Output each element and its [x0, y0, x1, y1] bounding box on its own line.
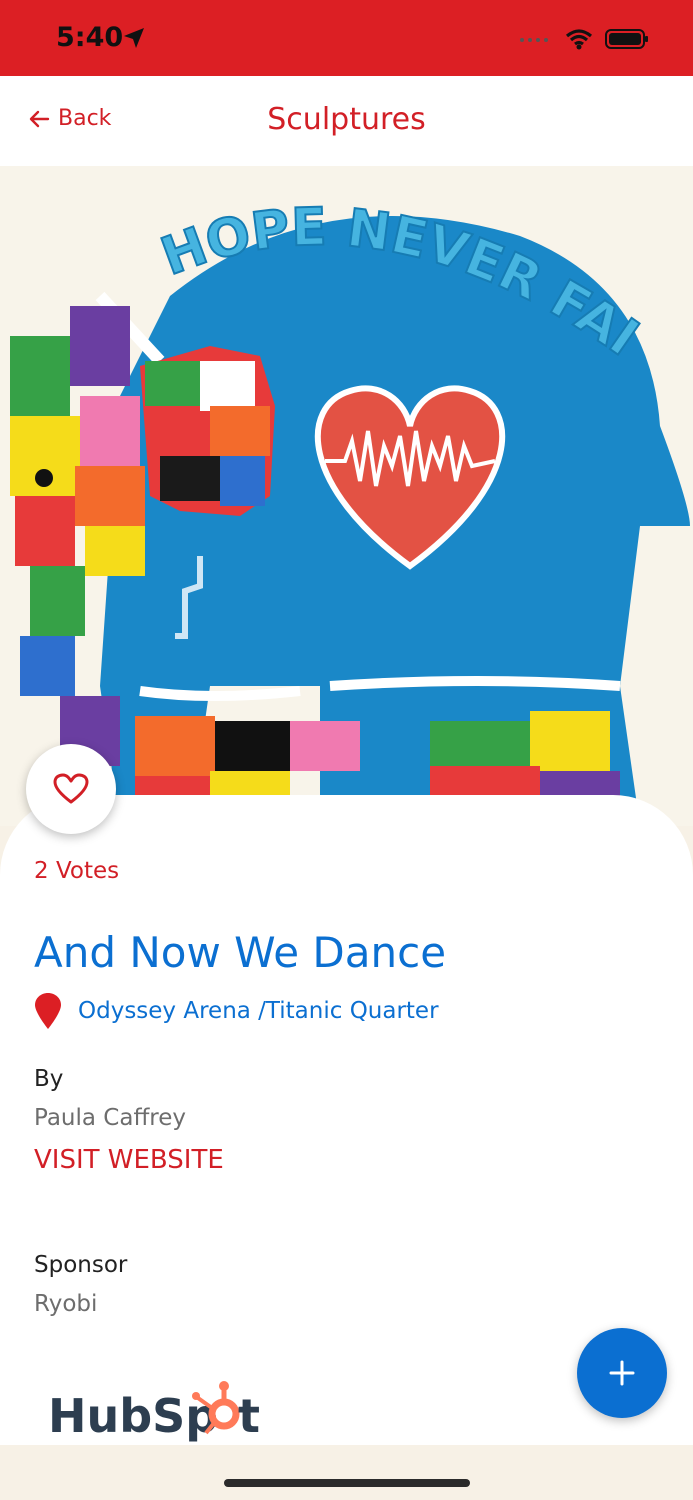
svg-text:t: t: [238, 1389, 260, 1443]
plus-icon: [609, 1360, 635, 1386]
status-bar: 5:40: [0, 0, 693, 76]
votes-count: 2 Votes: [34, 858, 120, 884]
bottom-safe-area: [0, 1445, 693, 1500]
location-arrow-icon: [124, 28, 144, 48]
wifi-icon: [565, 29, 593, 50]
by-label: By: [34, 1066, 64, 1092]
hubspot-logo: HubSp t: [48, 1381, 260, 1443]
favorite-button[interactable]: [26, 744, 116, 834]
map-pin-icon: [35, 993, 61, 1029]
location-label: Odyssey Arena /Titanic Quarter: [78, 998, 439, 1024]
sponsor-name: Ryobi: [34, 1291, 98, 1317]
status-time: 5:40: [56, 22, 124, 53]
heart-icon: [53, 773, 89, 804]
signal-icon: [520, 38, 548, 42]
add-button[interactable]: [577, 1328, 667, 1418]
visit-website-link[interactable]: VISIT WEBSITE: [34, 1145, 224, 1175]
sponsor-label: Sponsor: [34, 1252, 128, 1278]
page-title: Sculptures: [267, 102, 426, 137]
battery-icon: [605, 29, 648, 49]
artist-name: Paula Caffrey: [34, 1105, 187, 1131]
sculpture-title: And Now We Dance: [34, 928, 447, 977]
home-indicator: [224, 1479, 470, 1487]
nav-bar: Back Sculptures: [0, 76, 693, 166]
sculpture-image: HOPE NEVER FAILS: [0, 166, 693, 826]
location-row[interactable]: Odyssey Arena /Titanic Quarter: [34, 992, 439, 1030]
